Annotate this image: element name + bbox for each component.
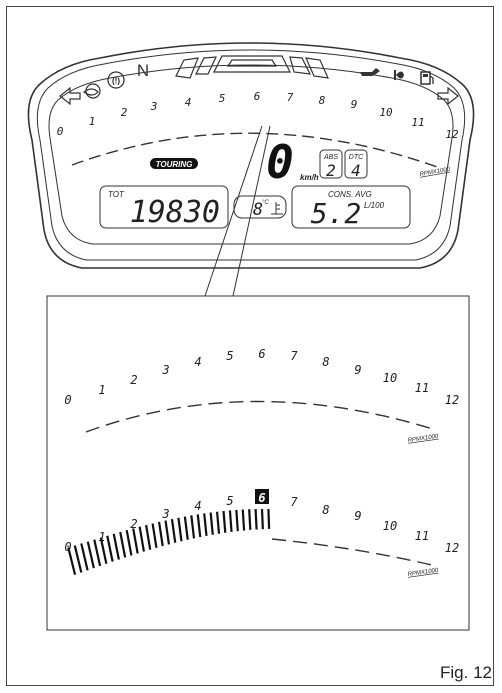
svg-text:(!): (!) [112, 77, 120, 86]
rpm-label-9: 9 [354, 509, 361, 523]
rpm-label-11: 11 [415, 529, 429, 543]
rpm-label-9: 9 [354, 363, 361, 377]
dashboard: (!) N 012 3 4 5 6 7 8 9101112 RPMX1000 T… [27, 42, 475, 269]
speed-unit: km/h [300, 173, 319, 182]
rpm-label-7: 7 [287, 91, 294, 104]
rpm-label-4: 4 [194, 499, 201, 513]
rpm-label-4: 4 [194, 355, 201, 369]
consumption-value: 5.2 [311, 197, 362, 230]
rpm-label-2: 2 [130, 373, 137, 387]
rpm-label-5: 5 [219, 92, 226, 105]
odometer-value: 19830 [130, 195, 220, 230]
consumption-unit: L/100 [364, 201, 385, 210]
rpm-label-1: 1 [89, 115, 96, 128]
rpm-label-9: 9 [351, 98, 358, 111]
figure-caption: Fig. 12 [440, 663, 492, 682]
dashboard-housing-outer [27, 42, 475, 269]
instrument-diagram: (!) N 012 3 4 5 6 7 8 9101112 RPMX1000 T… [27, 42, 475, 631]
high-beam-icon [82, 83, 101, 99]
rpm-label-8: 8 [322, 503, 329, 517]
rpm-label-10: 10 [383, 371, 397, 385]
rpm-label-6: 6 [254, 90, 261, 103]
rpm-label-10: 10 [383, 519, 397, 533]
dtc-label: DTC [349, 154, 364, 161]
rpm-label-6: 6 [258, 347, 265, 361]
rpm-label-3: 3 [150, 100, 158, 113]
rpm-label-8: 8 [322, 355, 329, 369]
dtc-level: 4 [351, 161, 361, 180]
rpm-label-2: 2 [121, 106, 128, 119]
rpm-label-5: 5 [226, 349, 233, 363]
temp-unit: °C [262, 200, 269, 206]
rpm-label-7: 7 [290, 349, 298, 363]
rpm-label-0: 0 [64, 393, 71, 407]
rpm-label-12: 12 [445, 128, 459, 141]
rpm-label-4: 4 [185, 96, 192, 109]
rpm-arc [71, 132, 441, 169]
rpm-label-11: 11 [415, 381, 429, 395]
turn-right-icon [437, 86, 459, 106]
rpm-label-12: 12 [445, 393, 459, 407]
low-beam-icon [394, 70, 404, 80]
display-window [48, 64, 454, 245]
oil-warning-icon [360, 68, 380, 76]
odometer-label: TOT [108, 190, 125, 199]
rpm-label-11: 11 [411, 116, 424, 129]
rpm-label-5: 5 [226, 494, 233, 508]
speed-value: 0 [266, 135, 294, 189]
rpm-label-6: 6 [258, 491, 265, 505]
abs-level: 2 [326, 161, 336, 180]
abs-label: ABS [323, 154, 338, 161]
rpm-label-12: 12 [445, 541, 459, 555]
rpm-label-3: 3 [161, 507, 169, 521]
figure-frame: (!) N 0 1 2 3 4 5 6 7 8 9 10 11 12 RPMX1000 [0, 0, 502, 693]
rpm-label-10: 10 [379, 106, 393, 119]
rpm-label-7: 7 [290, 495, 298, 509]
rpm-label-8: 8 [319, 94, 326, 107]
riding-mode-label: TOURING [156, 160, 193, 169]
rpm-label-3: 3 [161, 363, 169, 377]
abs-warning-icon: (!) [107, 71, 125, 89]
rpm-label-0: 0 [64, 540, 71, 554]
coolant-temp-icon [271, 202, 283, 215]
rpm-label-0: 0 [57, 125, 64, 138]
rpm-label-1: 1 [98, 383, 105, 397]
neutral-indicator: N [137, 61, 149, 80]
